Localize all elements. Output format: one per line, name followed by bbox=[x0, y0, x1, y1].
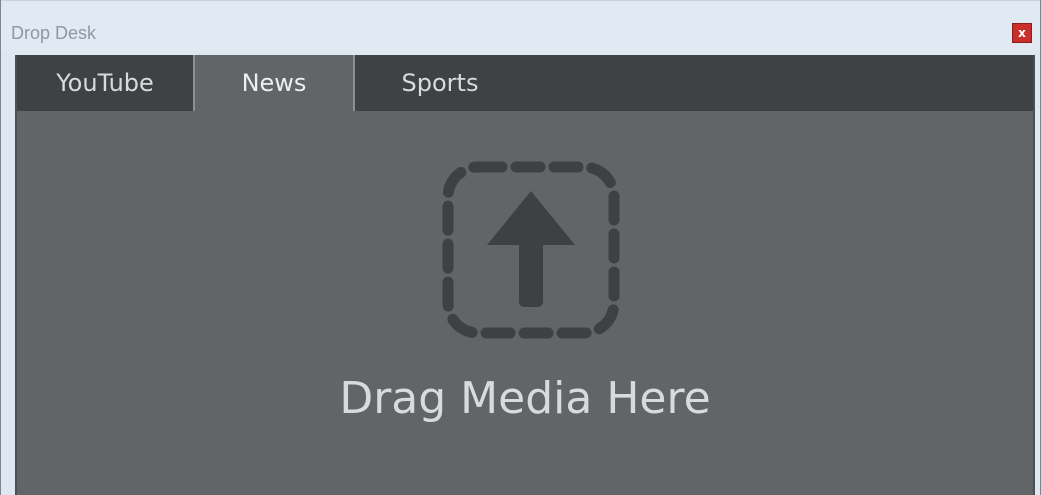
tab-strip: YouTube News Sports bbox=[17, 55, 1033, 111]
tab-sports[interactable]: Sports bbox=[355, 55, 525, 111]
drop-label: Drag Media Here bbox=[339, 373, 711, 424]
arrow-head bbox=[487, 191, 575, 245]
close-icon: x bbox=[1018, 26, 1026, 40]
arrow-shaft bbox=[519, 241, 543, 307]
tab-news[interactable]: News bbox=[193, 55, 355, 111]
upload-arrow-icon bbox=[442, 161, 620, 339]
media-drop-zone[interactable]: Drag Media Here bbox=[17, 111, 1033, 495]
client-area: YouTube News Sports Drag Media Here bbox=[15, 55, 1035, 495]
title-bar[interactable]: Drop Desk x bbox=[1, 0, 1040, 50]
close-button[interactable]: x bbox=[1012, 23, 1032, 43]
drop-desk-window: Drop Desk x YouTube News Sports Drag Med… bbox=[0, 0, 1041, 495]
tab-youtube[interactable]: YouTube bbox=[17, 55, 193, 111]
window-title: Drop Desk bbox=[11, 23, 97, 43]
